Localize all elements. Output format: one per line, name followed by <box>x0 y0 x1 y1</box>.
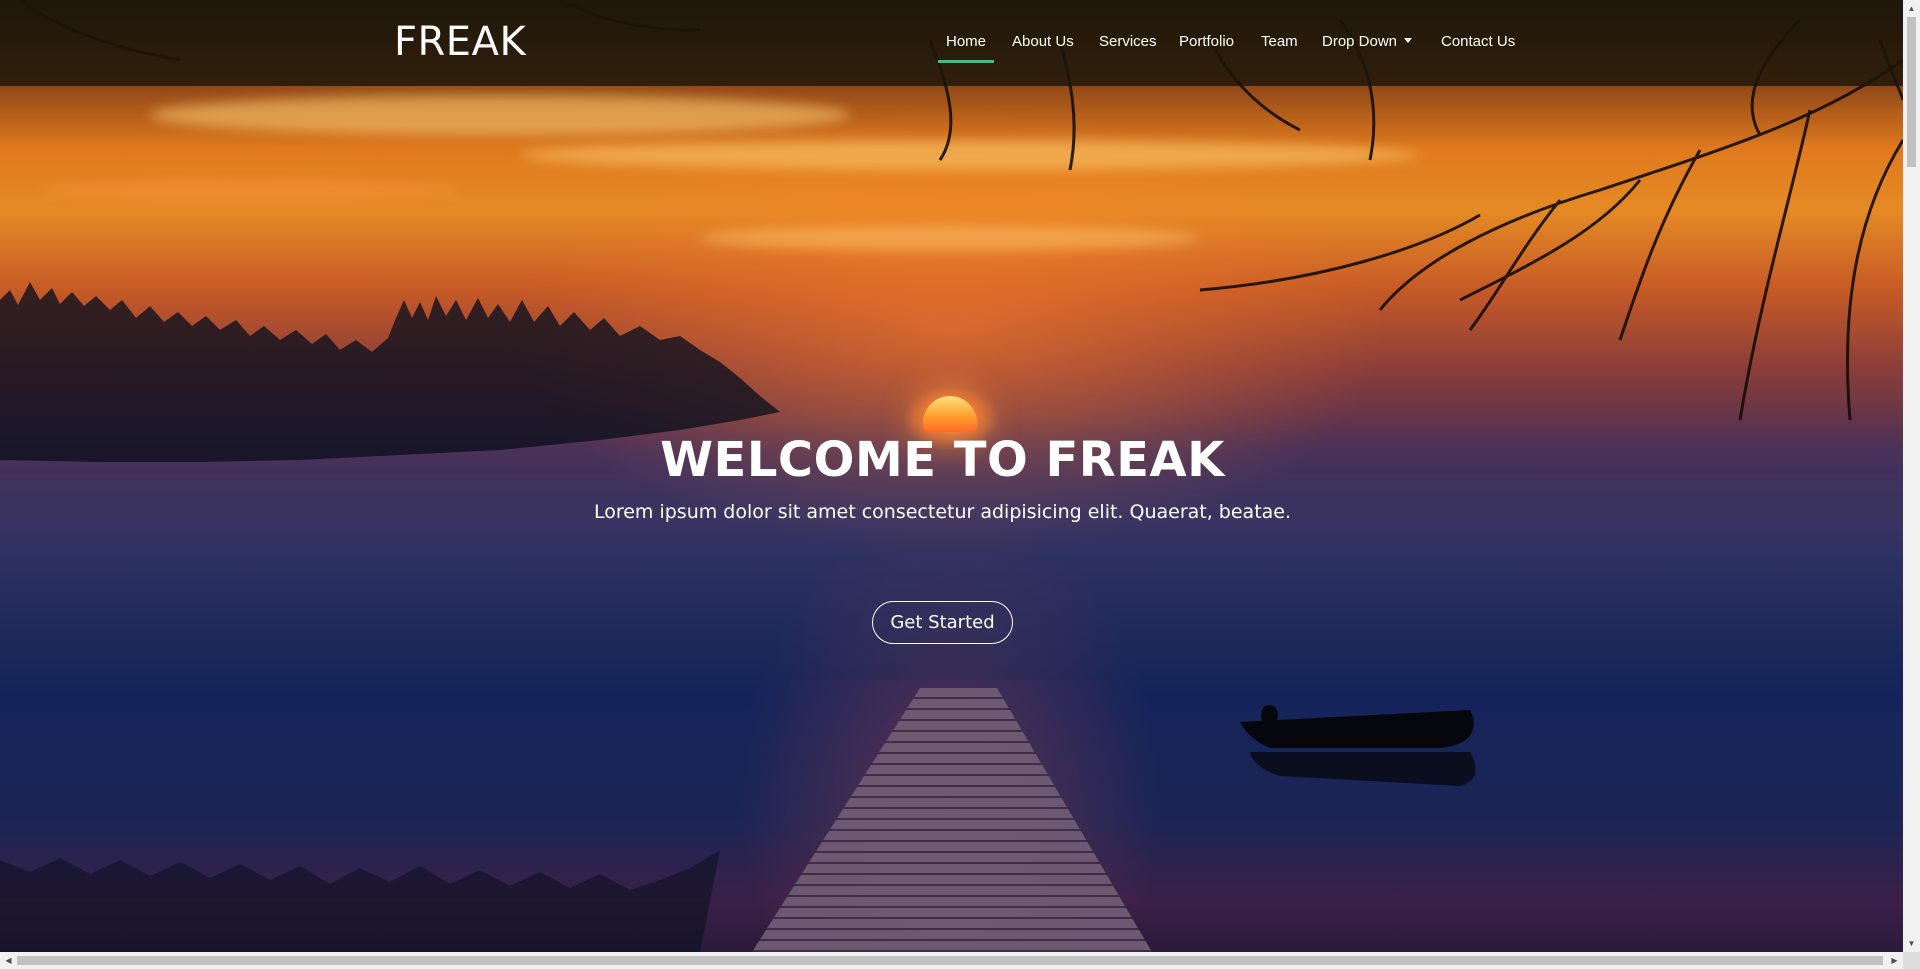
caret-down-icon <box>1404 38 1413 43</box>
arrow-up-icon[interactable]: ▲ <box>1903 0 1920 17</box>
nav-portfolio[interactable]: Portfolio <box>1179 33 1234 50</box>
nav-services[interactable]: Services <box>1099 33 1157 50</box>
arrow-left-icon[interactable]: ◀ <box>0 952 17 969</box>
horizontal-scrollbar[interactable]: ◀ ▶ <box>0 952 1903 969</box>
hero-subtitle: Lorem ipsum dolor sit amet consectetur a… <box>593 501 1292 523</box>
horizontal-scroll-thumb[interactable] <box>17 956 1883 965</box>
nav-about-us[interactable]: About Us <box>1012 33 1074 50</box>
get-started-button[interactable]: Get Started <box>872 601 1013 644</box>
treeline-reflection <box>0 850 720 952</box>
vertical-scroll-thumb[interactable] <box>1907 17 1916 167</box>
arrow-right-icon[interactable]: ▶ <box>1886 952 1903 969</box>
main-nav: Home About Us Services Portfolio Team Dr… <box>0 0 1903 86</box>
nav-drop-down[interactable]: Drop Down <box>1322 33 1413 50</box>
boat-figure <box>1261 705 1278 722</box>
nav-home[interactable]: Home <box>937 33 995 63</box>
hero-title: WELCOME TO FREAK <box>660 432 1225 488</box>
boat-reflection <box>1250 752 1476 786</box>
nav-drop-down-label: Drop Down <box>1322 33 1398 50</box>
navbar: FREAK Home About Us Services Portfolio T… <box>0 0 1903 86</box>
page-viewport: WELCOME TO FREAK Lorem ipsum dolor sit a… <box>0 0 1903 952</box>
vertical-scrollbar[interactable]: ▲ ▼ <box>1903 0 1920 952</box>
scrollbar-corner <box>1903 952 1920 969</box>
hero-section: WELCOME TO FREAK Lorem ipsum dolor sit a… <box>0 0 1903 952</box>
nav-team[interactable]: Team <box>1261 33 1298 50</box>
nav-contact-us[interactable]: Contact Us <box>1441 33 1515 50</box>
arrow-down-icon[interactable]: ▼ <box>1903 935 1920 952</box>
